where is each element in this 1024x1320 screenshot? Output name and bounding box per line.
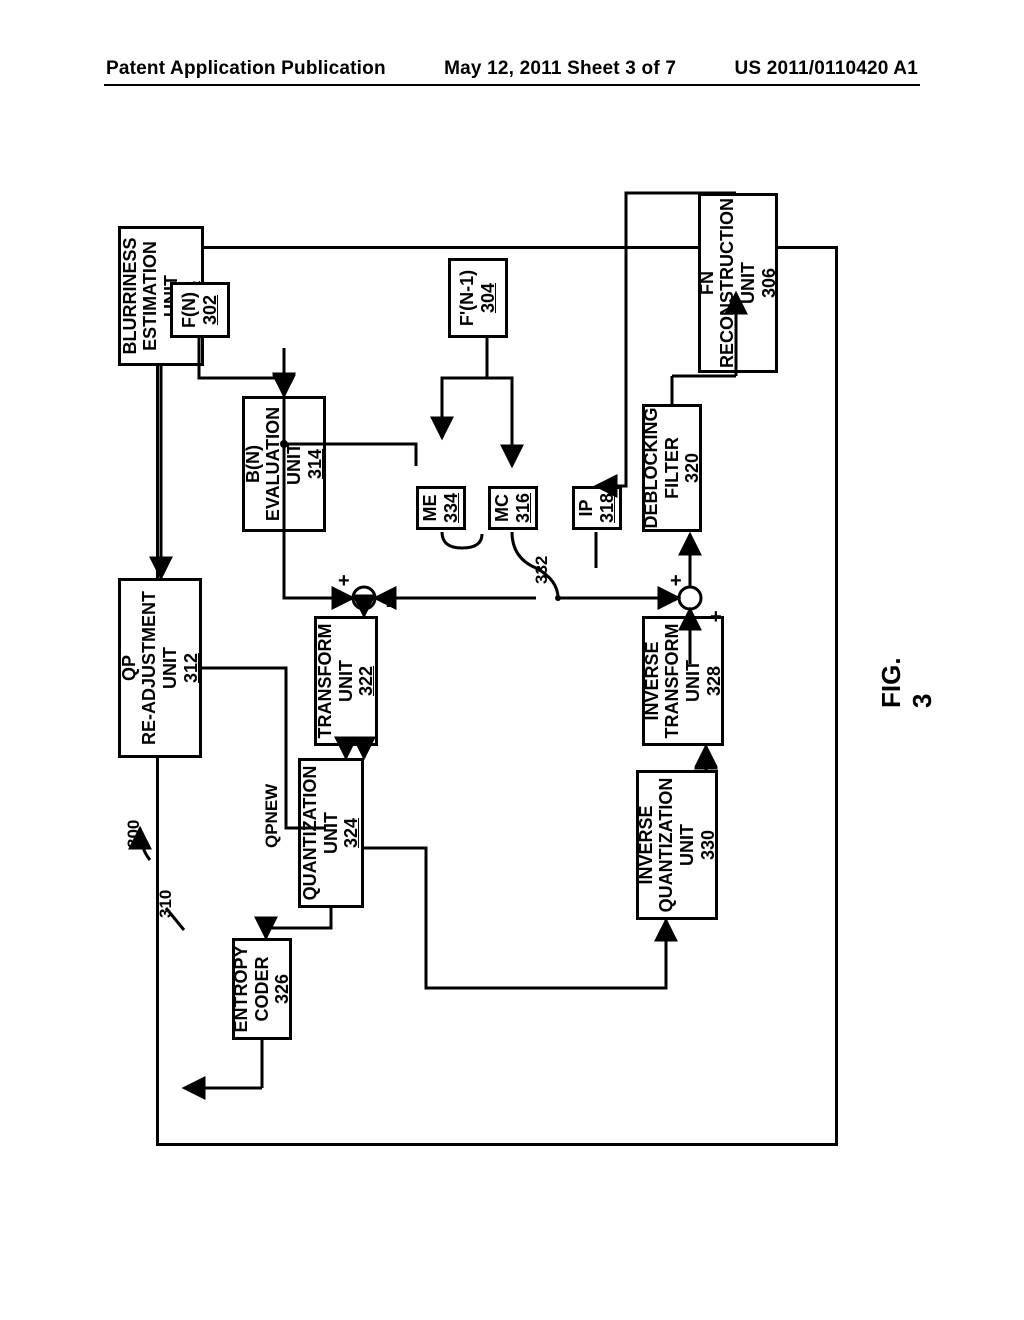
header-left: Patent Application Publication	[106, 58, 386, 80]
header-rule	[104, 84, 920, 86]
header-center: May 12, 2011 Sheet 3 of 7	[444, 58, 676, 80]
page: Patent Application Publication May 12, 2…	[0, 0, 1024, 1320]
page-header: Patent Application Publication May 12, 2…	[0, 58, 1024, 80]
wiring	[106, 128, 918, 1158]
diagram-canvas: BLURRINESS ESTIMATION UNIT 308 QP RE-ADJ…	[106, 128, 918, 1158]
header-right: US 2011/0110420 A1	[734, 58, 918, 80]
